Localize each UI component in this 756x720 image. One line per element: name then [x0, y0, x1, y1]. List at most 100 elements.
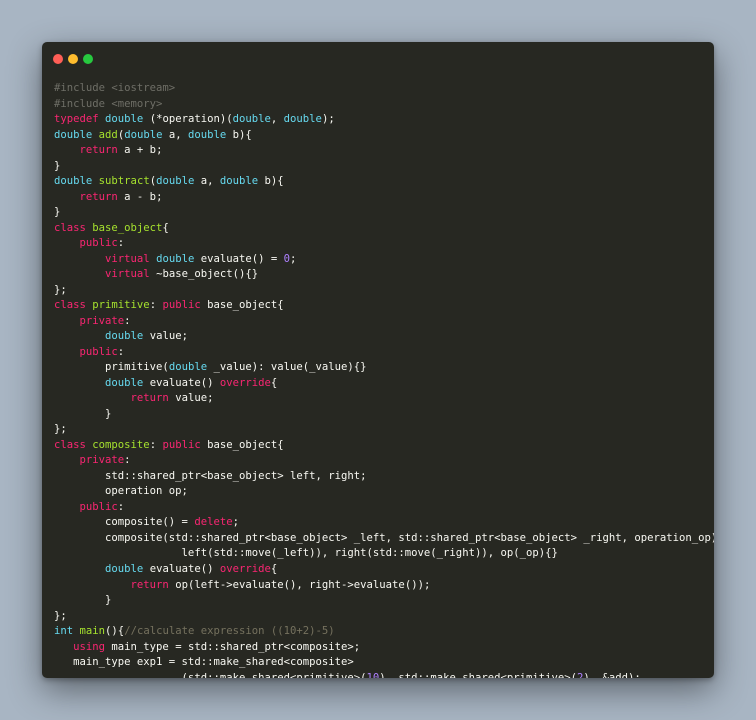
- code-token: evaluate(): [143, 376, 220, 389]
- code-line: virtual ~base_object(){}: [54, 267, 714, 283]
- code-line: class primitive: public base_object{: [54, 298, 714, 314]
- code-token: double: [283, 113, 322, 126]
- code-line: double value;: [54, 329, 714, 345]
- code-token: std::shared_ptr<base_object> left, right…: [54, 469, 367, 482]
- code-line: primitive(double _value): value(_value){…: [54, 360, 714, 376]
- code-token: };: [54, 609, 67, 622]
- code-token: private: [79, 454, 125, 467]
- code-line: public:: [54, 345, 714, 361]
- code-token: return: [79, 144, 118, 157]
- code-token: return: [130, 392, 169, 405]
- maximize-dot-icon[interactable]: [83, 54, 93, 64]
- code-token: {: [270, 562, 278, 575]
- code-token: op(left->evaluate(), right->evaluate());: [168, 578, 431, 591]
- code-line: private:: [54, 314, 714, 330]
- code-token: add: [98, 128, 118, 141]
- code-token: ), std::make_shared<primitive>(: [379, 671, 578, 678]
- code-token: double: [105, 376, 144, 389]
- code-line: #include <iostream>: [54, 81, 714, 97]
- minimize-dot-icon[interactable]: [68, 54, 78, 64]
- code-token: public: [162, 299, 201, 312]
- code-line: }: [54, 593, 714, 609]
- code-line: }: [54, 159, 714, 175]
- code-line: double evaluate() override{: [54, 376, 714, 392]
- code-token: ;: [232, 516, 239, 529]
- code-token: double: [105, 330, 144, 343]
- code-line: return op(left->evaluate(), right->evalu…: [54, 578, 714, 594]
- code-token: double: [232, 113, 271, 126]
- code-token: primitive(: [54, 361, 169, 374]
- code-token: (){: [105, 625, 125, 638]
- code-line: class base_object{: [54, 221, 714, 237]
- code-token: composite() =: [54, 516, 195, 529]
- code-line: double subtract(double a, double b){: [54, 174, 714, 190]
- code-token: double: [54, 175, 93, 188]
- code-line: }: [54, 205, 714, 221]
- code-token: double: [156, 175, 195, 188]
- code-token: public: [79, 345, 118, 358]
- code-line: public:: [54, 236, 714, 252]
- code-token: evaluate() =: [194, 252, 284, 265]
- code-token: (std::make_shared<primitive>(: [54, 671, 367, 678]
- code-token: };: [54, 423, 67, 436]
- code-token: double: [105, 113, 144, 126]
- code-line: main_type exp1 = std::make_shared<compos…: [54, 655, 714, 671]
- code-token: return: [130, 578, 169, 591]
- code-token: {: [162, 221, 169, 234]
- code-token: b){: [258, 175, 284, 188]
- code-line: std::shared_ptr<base_object> left, right…: [54, 469, 714, 485]
- code-token: //calculate expression ((10+2)-5): [124, 625, 335, 638]
- code-token: double: [168, 361, 208, 374]
- code-token: {: [270, 376, 278, 389]
- code-token: base_object{: [200, 438, 284, 451]
- code-token: :: [124, 314, 131, 327]
- code-token: a,: [194, 175, 220, 188]
- code-line: class composite: public base_object{: [54, 438, 714, 454]
- code-token: double: [54, 128, 93, 141]
- code-token: delete: [194, 516, 233, 529]
- code-token: value;: [168, 392, 214, 405]
- code-line: private:: [54, 453, 714, 469]
- code-token: class: [54, 221, 86, 234]
- code-token: composite: [92, 438, 150, 451]
- code-line: virtual double evaluate() = 0;: [54, 252, 714, 268]
- code-line: }: [54, 407, 714, 423]
- code-token: );: [321, 113, 335, 126]
- code-token: _value): value(_value){}: [207, 361, 367, 374]
- code-line: double evaluate() override{: [54, 562, 714, 578]
- code-token: return: [79, 190, 118, 203]
- code-token: }: [54, 206, 61, 219]
- close-dot-icon[interactable]: [53, 54, 63, 64]
- code-line: operation op;: [54, 484, 714, 500]
- code-token: class: [54, 438, 86, 451]
- code-line: (std::make_shared<primitive>(10), std::m…: [54, 671, 714, 678]
- code-token: }: [54, 159, 61, 172]
- code-token: :: [149, 438, 163, 451]
- code-line: int main(){//calculate expression ((10+2…: [54, 624, 714, 640]
- code-token: typedef: [54, 113, 99, 126]
- code-line: left(std::move(_left)), right(std::move(…: [54, 546, 714, 562]
- code-token: main_type exp1 = std::make_shared<compos…: [54, 656, 354, 669]
- code-token: ), &add);: [583, 671, 641, 678]
- code-token: ,: [270, 113, 284, 126]
- code-token: override: [219, 562, 271, 575]
- code-token: base_object{: [200, 299, 284, 312]
- code-token: double: [156, 252, 195, 265]
- code-token: evaluate(): [143, 562, 220, 575]
- code-token: operation op;: [54, 485, 188, 498]
- code-token: a + b;: [117, 144, 163, 157]
- code-token: :: [149, 299, 163, 312]
- code-line: public:: [54, 500, 714, 516]
- code-line: };: [54, 283, 714, 299]
- code-token: main_type = std::shared_ptr<composite>;: [105, 640, 361, 653]
- code-token: left(std::move(_left)), right(std::move(…: [54, 547, 558, 560]
